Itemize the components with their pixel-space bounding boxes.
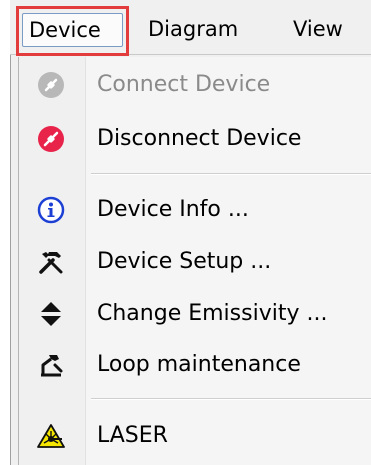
highlight-box <box>16 6 129 56</box>
menu-item-connect-device[interactable]: Connect Device <box>19 64 371 106</box>
menu-item-label: Device Info ... <box>97 197 249 222</box>
connect-icon <box>38 72 64 98</box>
menu-item-label: Connect Device <box>97 72 271 97</box>
disconnect-icon <box>38 126 64 152</box>
menu-item-label: Disconnect Device <box>97 126 302 151</box>
menu-separator <box>91 398 371 400</box>
menu-diagram[interactable]: Diagram <box>148 12 238 46</box>
menu-item-laser[interactable]: LASER <box>19 415 371 457</box>
menu-item-loop-maintenance[interactable]: Loop maintenance <box>19 344 371 386</box>
info-icon <box>37 196 65 224</box>
menu-item-device-setup[interactable]: Device Setup ... <box>19 241 371 283</box>
menu-item-change-emissivity[interactable]: Change Emissivity ... <box>19 293 371 335</box>
menu-item-label: LASER <box>97 423 168 448</box>
menu-item-label: Change Emissivity ... <box>97 301 328 326</box>
tools-icon <box>39 252 63 274</box>
menu-item-device-info[interactable]: Device Info ... <box>19 189 371 231</box>
menu-item-label: Loop maintenance <box>97 352 301 377</box>
device-dropdown-menu: Connect Device Disconnect Device Device … <box>18 57 371 465</box>
menu-item-disconnect-device[interactable]: Disconnect Device <box>19 118 371 160</box>
menu-view[interactable]: View <box>293 12 343 46</box>
loop-maintenance-icon <box>41 355 63 377</box>
menu-separator <box>91 173 371 175</box>
menu-item-label: Device Setup ... <box>97 249 272 274</box>
menu-view-label: View <box>293 17 343 41</box>
up-down-arrows-icon <box>41 302 61 326</box>
laser-warning-icon <box>37 424 65 448</box>
menu-diagram-label: Diagram <box>148 17 239 41</box>
